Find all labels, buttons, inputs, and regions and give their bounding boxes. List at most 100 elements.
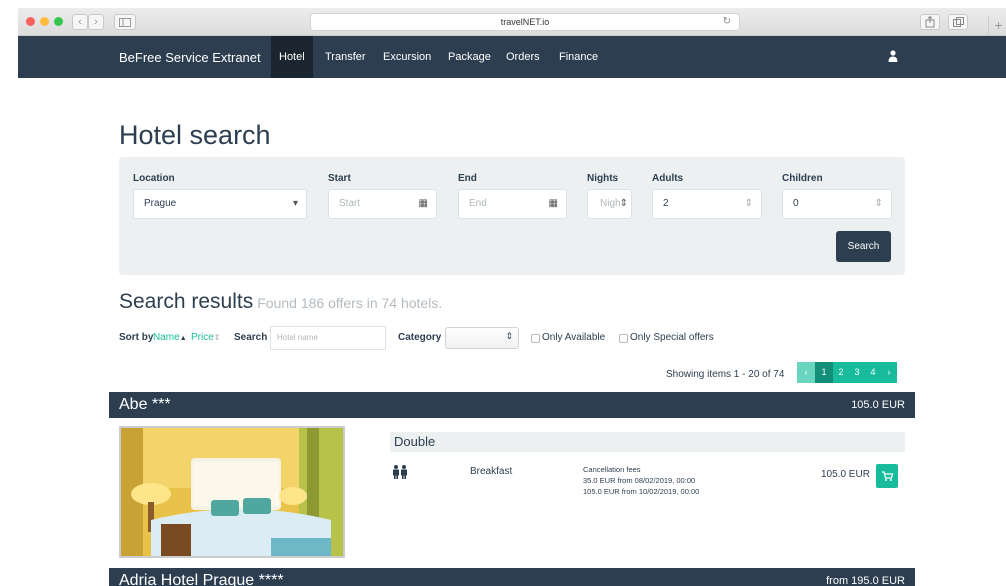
category-label: Category xyxy=(398,332,442,343)
sort-asc-icon: ▲ xyxy=(179,335,187,342)
only-special-label[interactable]: Only Special offers xyxy=(630,332,714,343)
cancellation-fees: Cancellation fees 35.0 EUR from 08/02/20… xyxy=(583,464,699,497)
cart-icon xyxy=(882,471,894,481)
next-page-button[interactable]: › xyxy=(881,362,897,383)
results-title: Search results xyxy=(119,290,254,313)
room-type: Double xyxy=(390,432,905,452)
start-placeholder: Start xyxy=(339,198,361,209)
top-navbar: BeFree Service Extranet Hotel Transfer E… xyxy=(18,36,1006,78)
hotel-room-image xyxy=(121,428,343,556)
adults-label: Adults xyxy=(652,173,684,184)
window-controls xyxy=(26,17,63,26)
tabs-overview-button[interactable] xyxy=(948,14,968,30)
only-available-checkbox[interactable] xyxy=(531,334,540,343)
forward-button[interactable]: › xyxy=(88,14,104,30)
back-button[interactable]: ‹ xyxy=(72,14,88,30)
cancellation-line: 105.0 EUR from 10/02/2019, 00:00 xyxy=(583,487,700,496)
start-date-input[interactable]: Start ▦ xyxy=(328,189,437,219)
only-available-label[interactable]: Only Available xyxy=(542,332,605,343)
stepper-icon[interactable]: ⇕ xyxy=(745,190,753,218)
hotel-price: from 195.0 EUR xyxy=(826,575,905,586)
sort-by-name-link[interactable]: Name▲ xyxy=(153,332,187,343)
hotel-name[interactable]: Abe *** xyxy=(119,396,171,414)
board-type: Breakfast xyxy=(470,466,513,477)
category-select[interactable]: ⇕ xyxy=(445,327,519,349)
sort-name-text: Name xyxy=(153,332,180,343)
maximize-window-button[interactable] xyxy=(54,17,63,26)
reload-icon[interactable]: ↻ xyxy=(723,14,731,30)
room-price: 105.0 EUR xyxy=(821,469,870,480)
adults-input[interactable]: 2 ⇕ xyxy=(652,189,762,219)
location-select[interactable]: Prague ▾ xyxy=(133,189,307,219)
search-label: Search xyxy=(234,332,268,343)
sort-both-icon: ⇕ xyxy=(213,333,221,342)
address-bar[interactable]: travelNET.io ↻ xyxy=(310,13,740,31)
end-placeholder: End xyxy=(469,198,487,209)
nav-package[interactable]: Package xyxy=(440,36,499,78)
children-input[interactable]: 0 ⇕ xyxy=(782,189,892,219)
search-form-panel: Location Prague ▾ Start Start ▦ End End … xyxy=(119,157,905,275)
children-value: 0 xyxy=(793,198,799,209)
adults-value: 2 xyxy=(663,198,669,209)
search-button[interactable]: Search xyxy=(836,231,891,262)
browser-chrome: ‹ › travelNET.io ↻ + xyxy=(18,8,1006,36)
nav-excursion[interactable]: Excursion xyxy=(375,36,439,78)
end-date-input[interactable]: End ▦ xyxy=(458,189,567,219)
stepper-icon[interactable]: ⇕ xyxy=(875,190,883,218)
sidebar-icon xyxy=(119,18,131,27)
hotel-header[interactable]: Abe *** 105.0 EUR xyxy=(109,392,915,418)
children-label: Children xyxy=(782,173,823,184)
calendar-icon[interactable]: ▦ xyxy=(419,190,428,218)
page-2-button[interactable]: 2 xyxy=(833,362,849,383)
sort-price-text: Price xyxy=(191,332,214,343)
close-window-button[interactable] xyxy=(26,17,35,26)
hotel-price: 105.0 EUR xyxy=(851,399,905,411)
select-arrows-icon: ⇕ xyxy=(505,331,513,341)
location-label: Location xyxy=(133,173,175,184)
people-icon xyxy=(393,465,407,479)
nav-finance[interactable]: Finance xyxy=(551,36,606,78)
share-button[interactable] xyxy=(920,14,940,30)
page-3-button[interactable]: 3 xyxy=(849,362,865,383)
url-text: travelNET.io xyxy=(500,17,550,27)
hotel-name-placeholder: Hotel name xyxy=(277,333,318,342)
showing-items-text: Showing items 1 - 20 of 74 xyxy=(666,369,785,380)
nights-input[interactable]: Nigh ⇕ xyxy=(587,189,632,219)
hotel-header[interactable]: Adria Hotel Prague **** from 195.0 EUR xyxy=(109,568,915,586)
caret-down-icon: ▾ xyxy=(292,198,298,209)
brand-title[interactable]: BeFree Service Extranet xyxy=(119,50,261,65)
page-title: Hotel search xyxy=(119,120,271,150)
stepper-icon[interactable]: ⇕ xyxy=(620,190,628,218)
cancellation-title: Cancellation fees xyxy=(583,465,641,474)
new-tab-button[interactable]: + xyxy=(988,16,1006,36)
hotel-photo[interactable] xyxy=(119,426,345,558)
location-value: Prague xyxy=(144,198,177,209)
results-count: Found 186 offers in 74 hotels. xyxy=(257,295,443,311)
start-label: Start xyxy=(328,173,351,184)
page-4-button[interactable]: 4 xyxy=(865,362,881,383)
end-label: End xyxy=(458,173,477,184)
nights-label: Nights xyxy=(587,173,619,184)
sidebar-toggle-button[interactable] xyxy=(114,14,136,30)
add-to-cart-button[interactable] xyxy=(876,464,898,488)
results-heading: Search results Found 186 offers in 74 hot… xyxy=(119,290,442,314)
page-1-button[interactable]: 1 xyxy=(815,362,833,383)
filter-toolbar: Sort by Name▲ Price⇕ Search Hotel name C… xyxy=(119,326,909,352)
hotel-name-input[interactable]: Hotel name xyxy=(270,326,386,350)
user-icon[interactable] xyxy=(888,50,898,62)
sort-by-label: Sort by xyxy=(119,332,154,343)
sort-by-price-link[interactable]: Price⇕ xyxy=(191,332,221,343)
only-special-checkbox[interactable] xyxy=(619,334,628,343)
calendar-icon[interactable]: ▦ xyxy=(549,190,558,218)
hotel-name[interactable]: Adria Hotel Prague **** xyxy=(119,572,284,586)
nav-transfer[interactable]: Transfer xyxy=(317,36,374,78)
nav-orders[interactable]: Orders xyxy=(498,36,548,78)
pagination: ‹ 1 2 3 4 › xyxy=(797,362,897,383)
nights-placeholder: Nigh xyxy=(600,198,621,209)
tabs-icon xyxy=(952,17,964,27)
nav-hotel[interactable]: Hotel xyxy=(271,36,313,78)
prev-page-button[interactable]: ‹ xyxy=(797,362,815,383)
web-page: BeFree Service Extranet Hotel Transfer E… xyxy=(18,36,1006,586)
minimize-window-button[interactable] xyxy=(40,17,49,26)
share-icon xyxy=(925,15,935,28)
